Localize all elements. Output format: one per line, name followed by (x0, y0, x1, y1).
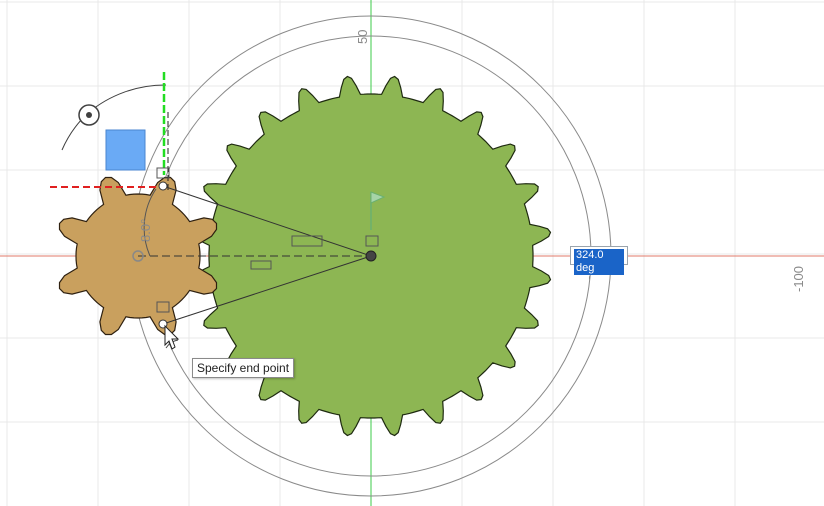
endpoint-upper[interactable] (158, 181, 168, 191)
pinion-angle-label: 8.0° (138, 219, 153, 242)
large-gear-center-point[interactable] (365, 250, 377, 262)
status-tooltip: Specify end point (192, 358, 295, 378)
ruler-label-right-far: -100 (791, 266, 806, 292)
angle-input-value[interactable]: 324.0 deg (574, 249, 624, 275)
rotation-arc (87, 84, 167, 114)
angle-input-field[interactable]: 324.0 deg (570, 246, 628, 275)
selection-square[interactable] (105, 129, 146, 171)
sketch-canvas[interactable]: 8.0° 50 -5 -100 (0, 0, 824, 506)
ruler-label-top: 50 (355, 30, 370, 44)
pivot-circle-icon[interactable] (78, 104, 100, 126)
